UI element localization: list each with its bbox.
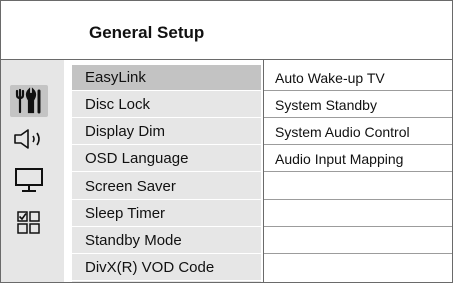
menu-item-easylink[interactable]: EasyLink	[72, 65, 261, 91]
easylink-submenu: Auto Wake-up TV System Standby System Au…	[264, 65, 452, 282]
general-setup-icon	[15, 87, 41, 114]
submenu-empty-row	[264, 255, 452, 281]
audio-setup-tab[interactable]	[10, 123, 48, 155]
menu-item-osd-language[interactable]: OSD Language	[72, 146, 261, 172]
menu-item-display-dim[interactable]: Display Dim	[72, 119, 261, 145]
page-title: General Setup	[89, 23, 205, 42]
general-setup-tab[interactable]	[10, 85, 48, 117]
menu-item-standby-mode[interactable]: Standby Mode	[72, 228, 261, 254]
setup-menu-window: General Setup EasyLink Disc Lock Display…	[0, 0, 453, 283]
preference-setup-icon	[17, 211, 40, 234]
menu-item-divx-vod-code[interactable]: DivX(R) VOD Code	[72, 255, 261, 281]
preference-setup-tab[interactable]	[10, 207, 48, 239]
submenu-item-auto-wake-up-tv[interactable]: Auto Wake-up TV	[264, 65, 452, 91]
video-setup-icon	[15, 168, 43, 192]
video-setup-tab[interactable]	[10, 164, 48, 196]
submenu-item-audio-input-mapping[interactable]: Audio Input Mapping	[264, 146, 452, 172]
submenu-item-system-standby[interactable]: System Standby	[264, 92, 452, 118]
setup-category-column	[1, 60, 64, 282]
setup-options-list: EasyLink Disc Lock Display Dim OSD Langu…	[72, 65, 261, 282]
submenu-empty-row	[264, 174, 452, 200]
submenu-empty-row	[264, 201, 452, 227]
submenu-item-system-audio-control[interactable]: System Audio Control	[264, 119, 452, 145]
menu-item-disc-lock[interactable]: Disc Lock	[72, 92, 261, 118]
menu-item-sleep-timer[interactable]: Sleep Timer	[72, 201, 261, 227]
audio-setup-icon	[14, 129, 40, 149]
menu-header: General Setup	[1, 1, 452, 60]
submenu-empty-row	[264, 228, 452, 254]
menu-item-screen-saver[interactable]: Screen Saver	[72, 174, 261, 200]
